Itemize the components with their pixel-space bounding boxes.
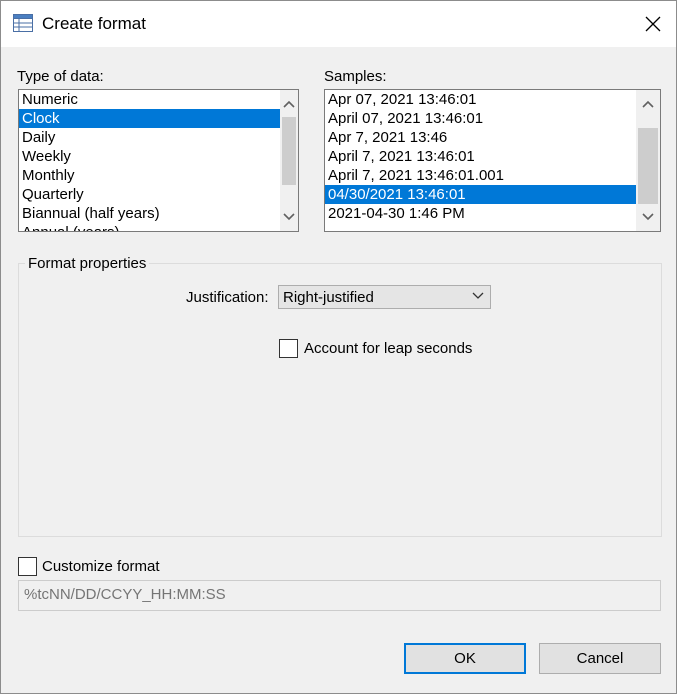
list-item[interactable]: Monthly — [19, 166, 280, 185]
samples-items: Apr 07, 2021 13:46:01 April 07, 2021 13:4… — [325, 90, 636, 231]
scroll-up-arrow[interactable] — [280, 95, 298, 113]
type-of-data-listbox[interactable]: Numeric Clock Daily Weekly Monthly Quarterly B… — [18, 89, 299, 232]
chevron-down-icon — [283, 213, 295, 221]
list-item[interactable]: Annual (years) — [19, 223, 280, 231]
scroll-thumb[interactable] — [282, 117, 296, 185]
customize-format-checkbox[interactable] — [18, 557, 37, 576]
cancel-button[interactable]: Cancel — [539, 643, 661, 674]
scroll-up-arrow[interactable] — [636, 95, 660, 113]
customize-format-field[interactable] — [18, 580, 661, 611]
close-button[interactable] — [630, 1, 676, 47]
chevron-up-icon — [642, 100, 654, 108]
list-item[interactable]: 04/30/2021 13:46:01 — [325, 185, 636, 204]
list-item[interactable]: April 7, 2021 13:46:01.001 — [325, 166, 636, 185]
scroll-down-arrow[interactable] — [280, 208, 298, 226]
ok-button[interactable]: OK — [404, 643, 526, 674]
list-item[interactable]: Daily — [19, 128, 280, 147]
samples-scrollbar[interactable] — [636, 90, 660, 231]
type-of-data-scrollbar[interactable] — [280, 90, 298, 231]
dialog-title: Create format — [42, 14, 146, 33]
list-item[interactable]: 2021-04-30 1:46 PM — [325, 204, 636, 223]
table-icon — [13, 14, 33, 32]
list-item[interactable]: Numeric — [19, 90, 280, 109]
samples-listbox[interactable]: Apr 07, 2021 13:46:01 April 07, 2021 13:4… — [324, 89, 661, 232]
list-item[interactable]: Apr 7, 2021 13:46 — [325, 128, 636, 147]
chevron-down-icon — [642, 213, 654, 221]
type-of-data-label: Type of data: — [17, 68, 104, 85]
scroll-down-arrow[interactable] — [636, 208, 660, 226]
format-properties-title: Format properties — [25, 255, 150, 272]
list-item[interactable]: Apr 07, 2021 13:46:01 — [325, 90, 636, 109]
customize-format-input[interactable] — [24, 586, 624, 603]
chevron-up-icon — [283, 100, 295, 108]
list-item[interactable]: Biannual (half years) — [19, 204, 280, 223]
type-of-data-items: Numeric Clock Daily Weekly Monthly Quarterly B… — [19, 90, 280, 231]
list-item[interactable]: April 7, 2021 13:46:01 — [325, 147, 636, 166]
list-item[interactable]: Weekly — [19, 147, 280, 166]
justification-value: Right-justified — [283, 289, 374, 306]
samples-label: Samples: — [324, 68, 387, 85]
justification-label: Justification: — [186, 289, 269, 306]
leap-seconds-checkbox[interactable] — [279, 339, 298, 358]
close-icon — [645, 16, 661, 32]
list-item[interactable]: April 07, 2021 13:46:01 — [325, 109, 636, 128]
leap-seconds-label: Account for leap seconds — [304, 340, 473, 357]
chevron-down-icon — [472, 292, 484, 299]
customize-format-label: Customize format — [42, 558, 160, 575]
create-format-dialog: Create format Type of data: Numeric Clock… — [0, 0, 677, 694]
justification-select[interactable]: Right-justified — [278, 285, 491, 309]
list-item[interactable]: Quarterly — [19, 185, 280, 204]
list-item[interactable]: Clock — [19, 109, 280, 128]
scroll-thumb[interactable] — [638, 128, 658, 204]
title-bar: Create format — [1, 1, 676, 47]
